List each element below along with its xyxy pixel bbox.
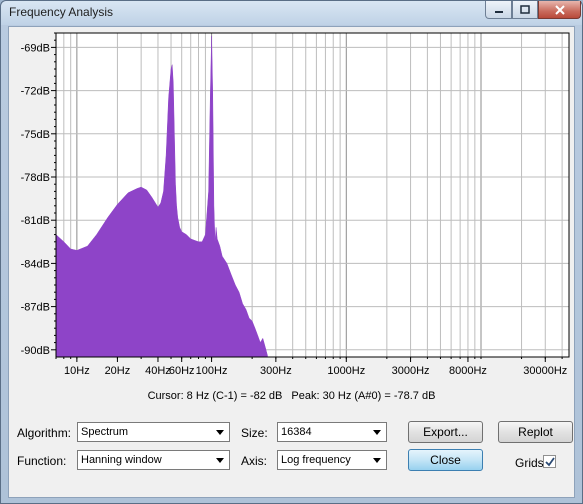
size-label: Size:	[241, 426, 268, 440]
y-tick-label: -69dB	[21, 42, 50, 54]
x-tick-label: 10Hz	[64, 365, 90, 377]
grids-checkbox[interactable]	[543, 455, 556, 468]
y-tick-label: -90dB	[21, 345, 50, 357]
export-button[interactable]: Export...	[408, 421, 483, 443]
spectrum-chart[interactable]: -69dB -72dB -75dB -78dB -81dB -84dB -87dB -90dB…	[9, 27, 574, 387]
readout-bar: Cursor: 8 Hz (C-1) = -82 dB Peak: 30 Hz …	[9, 390, 574, 408]
x-tick-label: 1000Hz	[327, 365, 365, 377]
y-tick-label: -78dB	[21, 172, 50, 184]
y-tick-label: -87dB	[21, 302, 50, 314]
algorithm-value: Spectrum	[81, 426, 129, 438]
close-button[interactable]: Close	[408, 449, 483, 471]
x-tick-label: 20Hz	[105, 365, 131, 377]
cursor-readout: Cursor: 8 Hz (C-1) = -82 dB	[147, 390, 283, 402]
minimize-button[interactable]	[485, 1, 512, 19]
maximize-button[interactable]	[512, 1, 538, 19]
x-tick-label: 8000Hz	[449, 365, 487, 377]
y-tick-label: -72dB	[21, 86, 50, 98]
replot-button[interactable]: Replot	[498, 421, 573, 443]
axis-value: Log frequency	[281, 454, 351, 466]
peak-readout: Peak: 30 Hz (A#0) = -78.7 dB	[291, 390, 436, 402]
chevron-down-icon	[370, 425, 384, 439]
y-tick-label: -81dB	[21, 215, 50, 227]
minimize-icon	[494, 10, 503, 13]
chevron-down-icon	[213, 425, 227, 439]
title-bar[interactable]: Frequency Analysis	[1, 1, 582, 25]
y-tick-label: -75dB	[21, 129, 50, 141]
chevron-down-icon	[370, 453, 384, 467]
chevron-down-icon	[213, 453, 227, 467]
close-window-button[interactable]	[538, 1, 581, 19]
axis-select[interactable]: Log frequency	[277, 450, 387, 470]
spectrum-plot-area: -69dB -72dB -75dB -78dB -81dB -84dB -87dB -90dB…	[9, 27, 574, 387]
x-tick-label: 300Hz	[260, 365, 292, 377]
function-select[interactable]: Hanning window	[77, 450, 230, 470]
window-title: Frequency Analysis	[9, 5, 114, 19]
x-tick-label: 40Hz	[145, 365, 171, 377]
maximize-icon	[520, 4, 530, 14]
close-icon	[554, 4, 565, 15]
function-value: Hanning window	[81, 454, 162, 466]
algorithm-select[interactable]: Spectrum	[77, 422, 230, 442]
algorithm-label: Algorithm:	[17, 426, 72, 440]
x-tick-label: 100Hz	[196, 365, 228, 377]
checkmark-icon	[544, 456, 555, 466]
dialog-body: -69dB -72dB -75dB -78dB -81dB -84dB -87dB -90dB…	[8, 26, 575, 498]
axis-label: Axis:	[241, 454, 268, 468]
size-value: 16384	[281, 426, 312, 438]
x-tick-label: 30000Hz	[523, 365, 567, 377]
x-tick-label: 60Hz	[169, 365, 195, 377]
function-label: Function:	[17, 454, 67, 468]
frequency-analysis-window: Frequency Analysis -69dB -72dB -75dB -78dB -…	[0, 0, 583, 504]
y-tick-label: -84dB	[21, 258, 50, 270]
size-select[interactable]: 16384	[277, 422, 387, 442]
grids-label: Grids	[515, 456, 544, 470]
x-tick-label: 3000Hz	[392, 365, 430, 377]
